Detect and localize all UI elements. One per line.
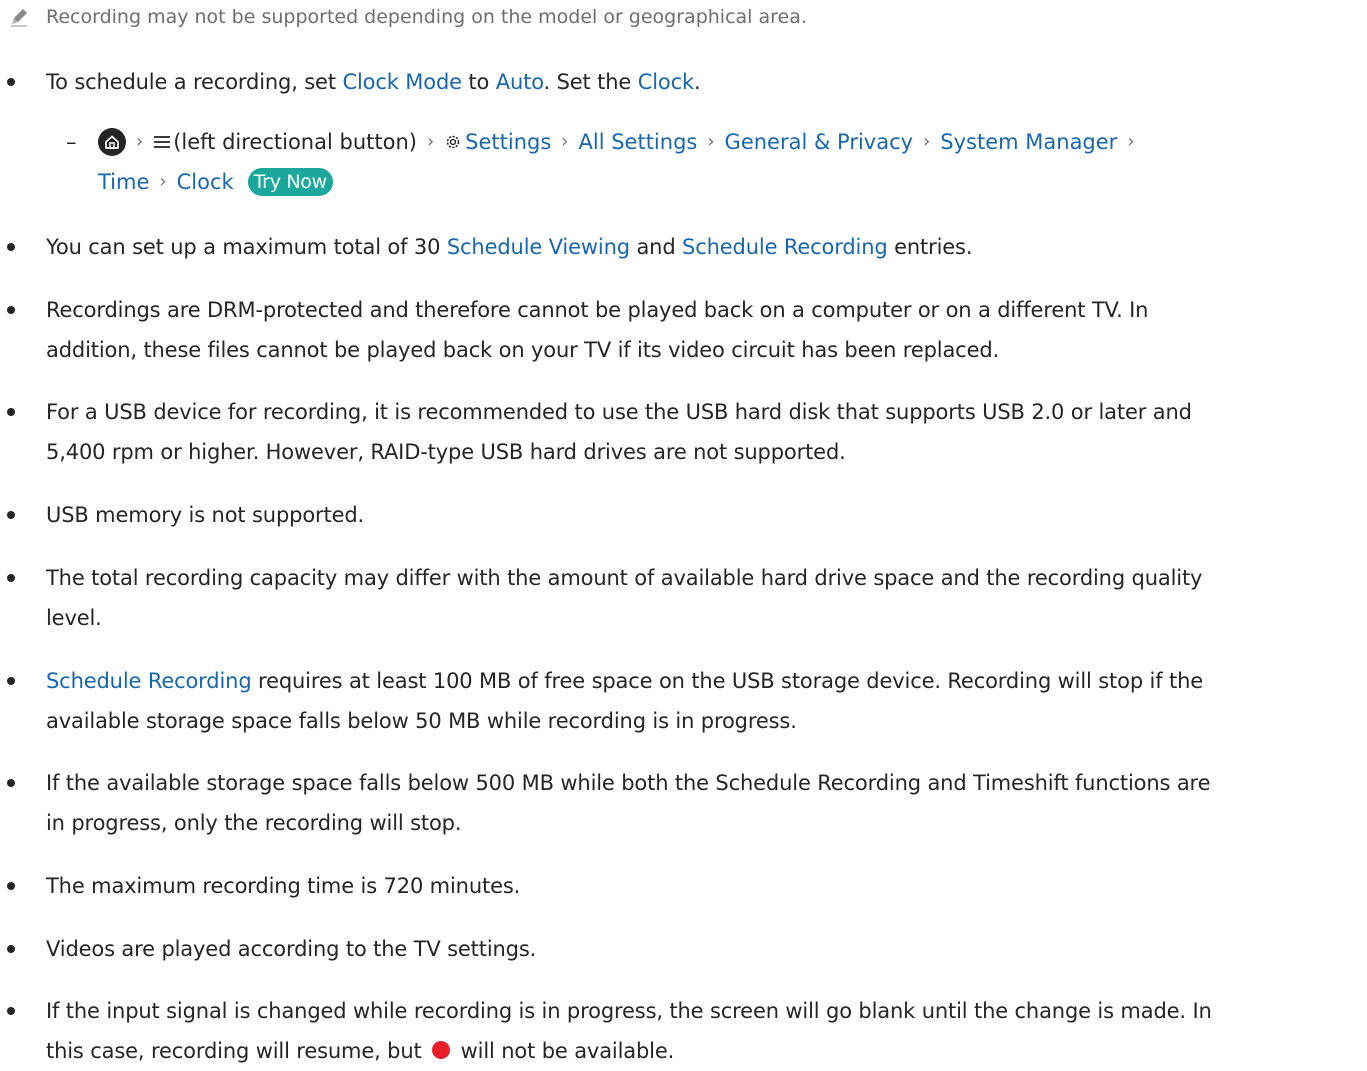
chevron-right-icon: › [561,131,569,152]
list-item-text-line-1: The maximum recording time is 720 minute… [46,874,521,898]
bullet-dot [7,945,15,953]
pencil-icon [11,9,27,27]
text-span: You can set up a maximum total of 30 [46,235,447,259]
home-icon [98,128,126,156]
link-auto[interactable]: Auto [496,70,544,94]
list-item-text-line-2: level. [46,606,102,630]
gear-icon [446,135,460,149]
list-item-text-line-2: 5,400 rpm or higher. However, RAID-type … [46,440,846,464]
list-item-text: You can set up a maximum total of 30 Sch… [46,227,1352,267]
list-item-text: To schedule a recording, set Clock Mode … [46,62,1352,102]
text-span: entries. [887,235,973,259]
list-item-text-line-1: USB memory is not supported. [46,503,365,527]
text-span: . Set the [543,70,638,94]
record-icon [432,1041,451,1059]
try-now-button[interactable]: Try Now [247,168,333,196]
note: Recording may not be supported depending… [8,0,807,34]
link-settings[interactable]: Settings [465,122,551,162]
link-schedule-recording[interactable]: Schedule Recording [46,669,252,693]
bullet-dot [7,511,15,519]
bullet-dot [7,1007,15,1015]
bullet-dot [7,677,15,685]
bullet-dot [7,306,15,314]
menu-icon [154,136,171,148]
text-span: and [629,235,683,259]
link-clock-path[interactable]: Clock [177,162,234,202]
list-item-text-line-2: available storage space falls below 50 M… [46,709,797,733]
list-item-text-line-1: For a USB device for recording, it is re… [46,400,1192,424]
list-item-text-line-1: The total recording capacity may differ … [46,566,1203,590]
link-time[interactable]: Time [98,162,149,202]
bullet-dot [7,574,15,582]
list-item-text-line-1: If the input signal is changed while rec… [46,999,1212,1023]
bullet-dot [7,779,15,787]
list-item-text-line-1: Videos are played according to the TV se… [46,937,537,961]
chevron-right-icon: › [159,171,167,192]
list-item-text-line-1: If the available storage space falls bel… [46,771,1211,795]
dash: – [66,130,77,154]
bullet-dot [7,882,15,890]
link-schedule-recording[interactable]: Schedule Recording [682,235,888,259]
chevron-right-icon: › [707,131,715,152]
link-system-manager[interactable]: System Manager [940,122,1117,162]
text-span: this case, recording will resume, but [46,1039,429,1063]
text-span: . [694,70,701,94]
chevron-right-icon: › [923,131,931,152]
list-item-text-line-1: Schedule Recording requires at least 100… [46,661,1352,701]
menu-path-line-1: › (left directional button) › Settings ›… [98,122,1145,162]
bullet-dot [7,408,15,416]
link-general-privacy[interactable]: General & Privacy [725,122,914,162]
link-clock[interactable]: Clock [638,70,694,94]
text-span: To schedule a recording, set [46,70,343,94]
list-item-text-line-2: this case, recording will resume, but wi… [46,1031,1352,1071]
link-all-settings[interactable]: All Settings [579,122,698,162]
menu-text: (left directional button) [173,130,417,154]
list-item-text-line-2: in progress, only the recording will sto… [46,811,462,835]
list-item-text-line-1: Recordings are DRM-protected and therefo… [46,298,1149,322]
text-span: will not be available. [454,1039,675,1063]
chevron-right-icon: › [136,131,144,152]
link-schedule-viewing[interactable]: Schedule Viewing [447,235,630,259]
bullet-dot [7,78,15,86]
text-span: requires at least 100 MB of free space o… [251,669,1203,693]
chevron-right-icon: › [1127,131,1135,152]
link-clock-mode[interactable]: Clock Mode [342,70,462,94]
menu-path-line-2: Time › Clock Try Now [98,162,333,202]
chevron-right-icon: › [426,131,435,152]
bullet-dot [7,243,15,251]
text-span: to [461,70,496,94]
note-text: Recording may not be supported depending… [46,6,807,28]
list-item-text-line-2: addition, these files cannot be played b… [46,338,1000,362]
